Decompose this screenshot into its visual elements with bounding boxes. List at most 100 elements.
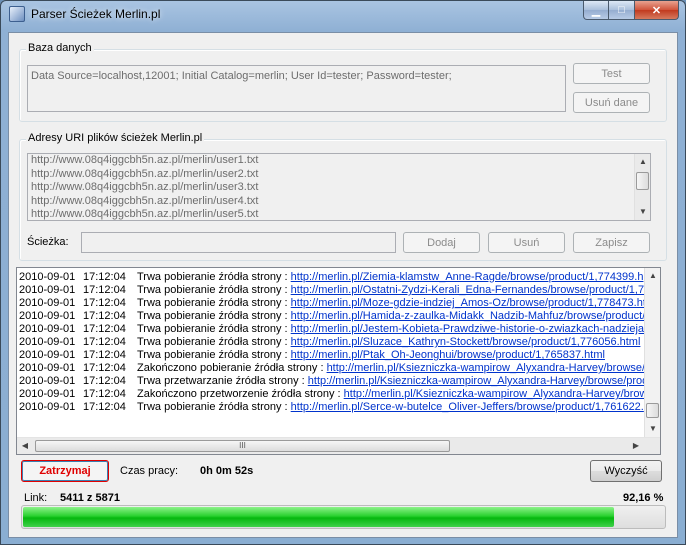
log-link[interactable]: http://merlin.pl/Hamida-z-zaulka-Midakk_… [291,310,646,322]
maximize-button[interactable]: □ [609,1,635,20]
remove-button[interactable]: Usuń [488,232,565,253]
log-message: Zakończono pobieranie źródła strony : ht… [137,362,651,375]
uri-group-legend: Adresy URI plików ścieżek Merlin.pl [26,132,205,144]
database-group-legend: Baza danych [26,42,94,54]
link-count: 5411 z 5871 [60,492,120,504]
log-text: Trwa pobieranie źródła strony : [137,349,291,361]
scroll-down-icon[interactable]: ▼ [645,421,660,437]
list-item[interactable]: http://www.08q4iggcbh5n.az.pl/merlin/use… [28,181,650,195]
uri-list[interactable]: http://www.08q4iggcbh5n.az.pl/merlin/use… [27,153,651,221]
log-row[interactable]: 2010-09-01 17:12:04 Zakończono przetworzen… [17,388,660,401]
clear-button[interactable]: Wyczyść [590,460,662,482]
log-message: Trwa pobieranie źródła strony : http://m… [137,401,644,414]
window-title: Parser Ścieżek Merlin.pl [31,7,161,21]
path-input[interactable] [81,232,396,253]
log-text: Trwa pobieranie źródła strony : [137,310,291,322]
uri-list-scrollbar[interactable]: ▲ ▼ [634,154,650,220]
log-list[interactable]: 2010-09-01 17:12:04 Trwa pobieranie źródła… [16,267,661,455]
log-date: 2010-09-01 [19,401,76,413]
minimize-button[interactable]: ▁ [583,1,609,20]
log-link[interactable]: http://merlin.pl/Ziemia-klamstw_Anne-Rag… [291,271,644,283]
log-row[interactable]: 2010-09-01 17:12:04 Trwa pobieranie źródła… [17,284,660,297]
title-bar[interactable]: Parser Ścieżek Merlin.pl ▁ □ ✕ [1,1,685,27]
close-button[interactable]: ✕ [635,1,679,20]
log-link[interactable]: http://merlin.pl/Sluzace_Kathryn-Stocket… [291,336,641,348]
log-horizontal-scrollbar[interactable]: ◀ III ▶ [17,437,660,454]
log-message: Trwa pobieranie źródła strony : http://m… [137,310,645,323]
log-time: 17:12:04 [83,388,126,400]
log-date: 2010-09-01 [19,349,76,361]
log-link[interactable]: http://merlin.pl/Ksiezniczka-wampirow_Al… [327,362,652,374]
scroll-up-icon[interactable]: ▲ [645,268,660,284]
log-date: 2010-09-01 [19,362,76,374]
log-row[interactable]: 2010-09-01 17:12:04 Trwa pobieranie źródła… [17,297,660,310]
log-text: Trwa pobieranie źródła strony : [137,284,291,296]
maximize-icon: □ [618,4,625,16]
progress-fill [23,507,614,527]
grip-icon: III [239,441,246,450]
log-time: 17:12:04 [83,271,126,283]
log-date: 2010-09-01 [19,310,76,322]
log-link[interactable]: http://merlin.pl/Ptak_Oh-Jeonghui/browse… [291,349,605,361]
log-text: Trwa pobieranie źródła strony : [137,297,291,309]
scroll-up-icon[interactable]: ▲ [635,154,650,170]
delete-data-button[interactable]: Usuń dane [573,92,650,113]
app-icon [9,6,25,22]
connection-string-field[interactable]: Data Source=localhost,12001; Initial Cat… [27,65,566,112]
list-item[interactable]: http://www.08q4iggcbh5n.az.pl/merlin/use… [28,154,650,168]
log-message: Trwa pobieranie źródła strony : http://m… [137,349,605,362]
log-link[interactable]: http://merlin.pl/Moze-gdzie-indziej_Amos… [291,297,650,309]
log-row[interactable]: 2010-09-01 17:12:04 Trwa pobieranie źródła… [17,336,660,349]
work-time-value: 0h 0m 52s [200,465,254,477]
log-time: 17:12:04 [83,284,126,296]
log-time: 17:12:04 [83,323,126,335]
log-time: 17:12:04 [83,349,126,361]
log-text: Trwa pobieranie źródła strony : [137,323,291,335]
log-text: Trwa pobieranie źródła strony : [137,336,291,348]
log-link[interactable]: http://merlin.pl/Serce-w-butelce_Oliver-… [291,401,644,413]
log-time: 17:12:04 [83,336,126,348]
log-time: 17:12:04 [83,401,126,413]
add-button[interactable]: Dodaj [403,232,480,253]
log-link[interactable]: http://merlin.pl/Ostatni-Zydzi-Kerali_Ed… [291,284,657,296]
save-button[interactable]: Zapisz [573,232,650,253]
log-date: 2010-09-01 [19,323,76,335]
percent-text: 92,16 % [623,492,664,504]
log-vertical-scrollbar[interactable]: ▲ ▼ [644,268,660,437]
log-text: Zakończono pobieranie źródła strony : [137,362,327,374]
log-link[interactable]: http://merlin.pl/Jestem-Kobieta-Prawdziw… [291,323,656,335]
log-link[interactable]: http://merlin.pl/Ksiezniczka-wampirow_Al… [344,388,648,400]
log-row[interactable]: 2010-09-01 17:12:04 Trwa pobieranie źródła… [17,401,660,414]
scroll-right-icon[interactable]: ▶ [628,438,644,454]
app-window: Parser Ścieżek Merlin.pl ▁ □ ✕ Baza dany… [0,0,686,545]
log-date: 2010-09-01 [19,284,76,296]
list-item[interactable]: http://www.08q4iggcbh5n.az.pl/merlin/use… [28,195,650,209]
log-row[interactable]: 2010-09-01 17:12:04 Trwa pobieranie źródła… [17,349,660,362]
caption-buttons: ▁ □ ✕ [583,1,679,20]
log-time: 17:12:04 [83,375,126,387]
log-row[interactable]: 2010-09-01 17:12:04 Trwa pobieranie źródła… [17,271,660,284]
close-icon: ✕ [651,4,662,17]
log-text: Trwa pobieranie źródła strony : [137,271,291,283]
log-time: 17:12:04 [83,362,126,374]
scroll-down-icon[interactable]: ▼ [635,204,650,220]
scroll-thumb[interactable]: III [35,440,450,452]
progress-bar [21,505,666,529]
test-button[interactable]: Test [573,63,650,84]
stop-button[interactable]: Zatrzymaj [21,460,109,482]
log-date: 2010-09-01 [19,375,76,387]
log-message: Trwa pobieranie źródła strony : http://m… [137,297,650,310]
log-row[interactable]: 2010-09-01 17:12:04 Zakończono pobieranie … [17,362,660,375]
log-message: Trwa pobieranie źródła strony : http://m… [137,271,643,284]
log-row[interactable]: 2010-09-01 17:12:04 Trwa przetwarzanie źró… [17,375,660,388]
log-date: 2010-09-01 [19,297,76,309]
list-item[interactable]: http://www.08q4iggcbh5n.az.pl/merlin/use… [28,168,650,182]
scroll-thumb[interactable] [636,172,649,190]
list-item[interactable]: http://www.08q4iggcbh5n.az.pl/merlin/use… [28,208,650,220]
scroll-left-icon[interactable]: ◀ [17,438,33,454]
log-link[interactable]: http://merlin.pl/Ksiezniczka-wampirow_Al… [308,375,649,387]
scroll-thumb[interactable] [646,403,659,418]
log-row[interactable]: 2010-09-01 17:12:04 Trwa pobieranie źródła… [17,323,660,336]
minimize-icon: ▁ [591,4,601,17]
log-row[interactable]: 2010-09-01 17:12:04 Trwa pobieranie źródła… [17,310,660,323]
